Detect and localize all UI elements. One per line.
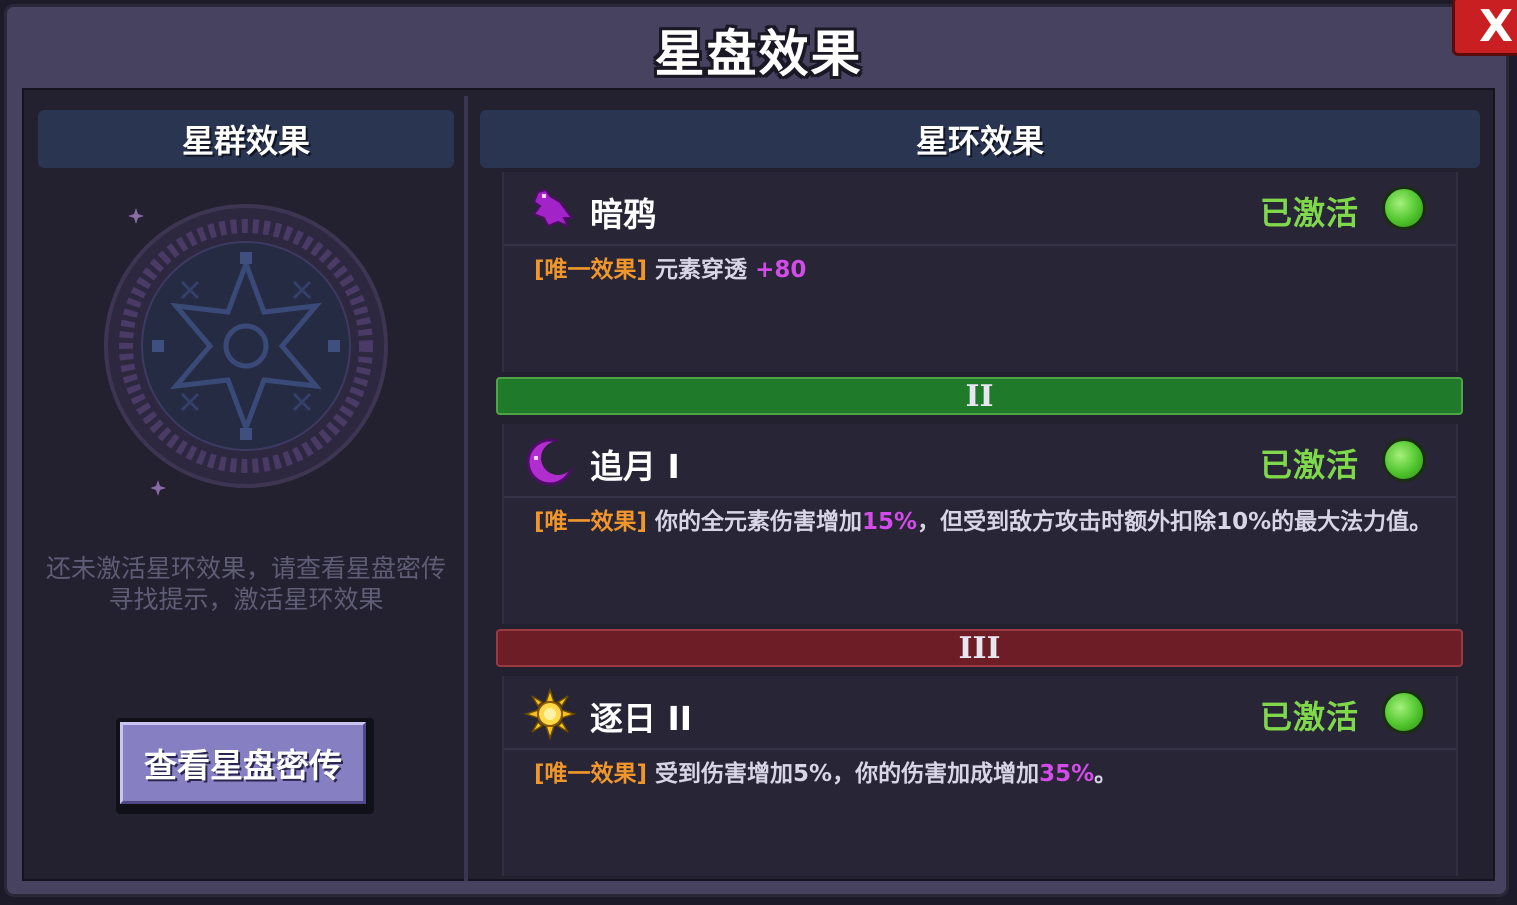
active-indicator-icon (1382, 690, 1426, 734)
unique-effect-tag: [唯一效果] (534, 257, 648, 283)
close-button[interactable]: X (1452, 0, 1517, 56)
view-secrets-label: 查看星盘密传 (120, 722, 366, 804)
unique-effect-tag: [唯一效果] (534, 509, 648, 535)
unique-effect-tag: [唯一效果] (534, 761, 648, 787)
desc-text: 元素穿透 (655, 257, 756, 283)
view-secrets-button[interactable]: 查看星盘密传 (116, 718, 374, 814)
ring-description: [唯一效果] 元素穿透 +80 (534, 256, 1434, 285)
ring-description: [唯一效果] 受到伤害增加5%，你的伤害加成增加35%。 (534, 760, 1434, 789)
ring-status: 已激活 (1260, 194, 1360, 232)
tab-constellation-effects[interactable]: 星群效果 (38, 110, 454, 168)
no-ring-hint: 还未激活星环效果，请查看星盘密传寻找提示，激活星环效果 (45, 554, 446, 614)
tier-label: II (965, 378, 994, 414)
star-disc-icon (104, 204, 388, 488)
ring-status: 已激活 (1260, 698, 1360, 736)
crow-icon (532, 188, 574, 228)
ring-name: 暗鸦 (590, 195, 656, 234)
dialog-title: 星盘效果 (654, 25, 863, 83)
panel-divider (464, 96, 468, 881)
ring-card: 逐日 II 已激活 [唯一效果] 受到伤害增加5%，你的伤害加成增加35%。 (502, 676, 1458, 876)
desc-highlight: +80 (755, 257, 807, 283)
desc-text: 。 (1094, 761, 1118, 787)
ring-card: 暗鸦 已激活 [唯一效果] 元素穿透 +80 (502, 172, 1458, 372)
tab-ring-effects[interactable]: 星环效果 (480, 110, 1480, 168)
ring-card-header: 暗鸦 已激活 (504, 172, 1456, 246)
sparkle-icon (128, 208, 144, 224)
ring-name: 逐日 II (590, 699, 693, 738)
ring-card: 追月 I 已激活 [唯一效果] 你的全元素伤害增加15%，但受到敌方攻击时额外扣… (502, 424, 1458, 624)
desc-highlight: 35% (1039, 761, 1095, 787)
sparkle-icon (150, 480, 166, 496)
ring-description: [唯一效果] 你的全元素伤害增加15%，但受到敌方攻击时额外扣除10%的最大法力… (534, 508, 1434, 537)
crescent-moon-icon (526, 438, 575, 486)
close-icon: X (1479, 0, 1513, 52)
desc-text: 受到伤害增加5%，你的伤害加成增加 (655, 761, 1040, 787)
tier-bar-3: III (496, 629, 1463, 667)
desc-text: 你的全元素伤害增加 (655, 509, 863, 535)
tier-bar-2: II (496, 377, 1463, 415)
ring-name: 追月 I (590, 447, 680, 486)
active-indicator-icon (1382, 186, 1426, 230)
desc-highlight: 15% (862, 509, 918, 535)
tier-label: III (958, 630, 1001, 666)
ring-card-header: 追月 I 已激活 (504, 424, 1456, 498)
ring-card-header: 逐日 II 已激活 (504, 676, 1456, 750)
sun-icon (524, 688, 576, 740)
desc-text: ，但受到敌方攻击时额外扣除10%的最大法力值。 (917, 509, 1433, 535)
active-indicator-icon (1382, 438, 1426, 482)
ring-status: 已激活 (1260, 446, 1360, 484)
